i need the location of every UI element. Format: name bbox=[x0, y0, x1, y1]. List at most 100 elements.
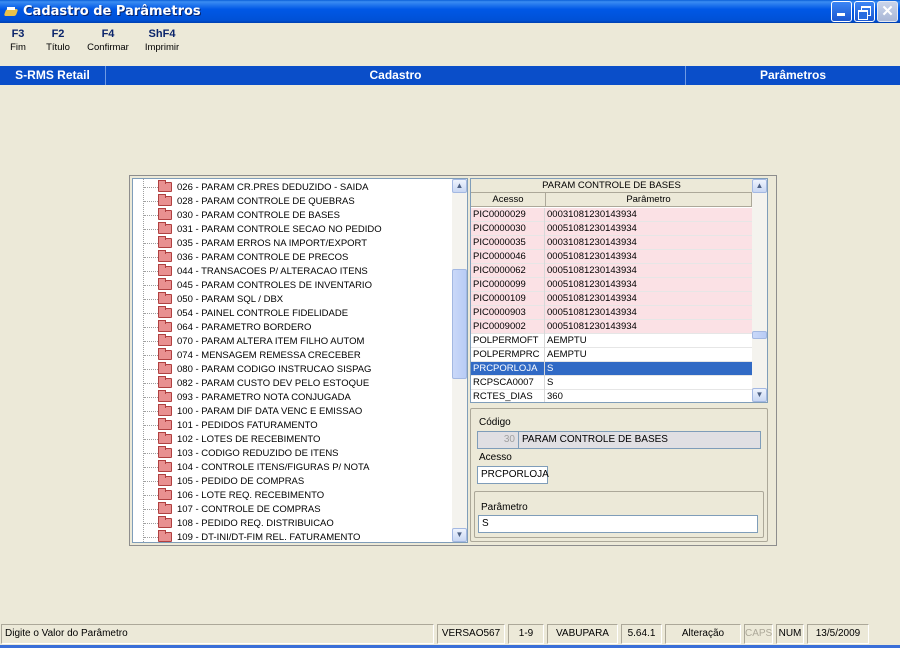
fkey-label: Fim bbox=[10, 42, 26, 53]
tree-connector bbox=[144, 396, 158, 398]
folder-icon bbox=[158, 474, 172, 487]
parametro-cell: 00031081230143934 bbox=[547, 209, 637, 220]
tree-item[interactable]: 031 - PARAM CONTROLE SECAO NO PEDIDO bbox=[133, 222, 382, 237]
tree-item-label: 106 - LOTE REQ. RECEBIMENTO bbox=[177, 490, 325, 501]
grid-row[interactable]: RCTES_DIAS 360 bbox=[471, 390, 752, 402]
grid-row[interactable]: PIC0000035 00031081230143934 bbox=[471, 236, 752, 250]
fkey-imprimir-button[interactable]: ShF4 Imprimir bbox=[136, 27, 188, 63]
parametro-field[interactable]: S bbox=[478, 515, 758, 533]
parametro-cell: 00031081230143934 bbox=[547, 237, 637, 248]
tree-item[interactable]: 074 - MENSAGEM REMESSA CRECEBER bbox=[133, 348, 361, 363]
codigo-field[interactable]: 30 bbox=[477, 431, 519, 449]
grid-row[interactable]: PRCPORLOJA S bbox=[471, 362, 752, 376]
window-title: Cadastro de Parâmetros bbox=[23, 4, 201, 19]
acesso-cell: RCPSCA0007 bbox=[473, 376, 545, 390]
grid-row[interactable]: PIC0009002 00051081230143934 bbox=[471, 320, 752, 334]
acesso-cell: PIC0009002 bbox=[473, 320, 545, 334]
column-header-acesso[interactable]: Acesso bbox=[471, 193, 546, 207]
tree-item[interactable]: 045 - PARAM CONTROLES DE INVENTARIO bbox=[133, 278, 372, 293]
restore-button[interactable] bbox=[854, 1, 875, 22]
grid-row[interactable]: PIC0000029 00031081230143934 bbox=[471, 208, 752, 222]
parameter-tree[interactable]: 026 - PARAM CR.PRES DEDUZIDO - SAIDA 028 … bbox=[132, 178, 468, 543]
tree-item-label: 093 - PARAMETRO NOTA CONJUGADA bbox=[177, 392, 351, 403]
tree-item-label: 108 - PEDIDO REQ. DISTRIBUICAO bbox=[177, 518, 334, 529]
tree-connector bbox=[144, 214, 158, 216]
grid-row[interactable]: PIC0000903 00051081230143934 bbox=[471, 306, 752, 320]
close-button[interactable]: ✕ bbox=[877, 1, 898, 22]
tree-item[interactable]: 035 - PARAM ERROS NA IMPORT/EXPORT bbox=[133, 236, 368, 251]
folder-icon bbox=[158, 348, 172, 361]
grid-row[interactable]: PIC0000062 00051081230143934 bbox=[471, 264, 752, 278]
tree-item[interactable]: 100 - PARAM DIF DATA VENC E EMISSAO bbox=[133, 404, 363, 419]
scroll-down-button[interactable]: ▼ bbox=[452, 528, 467, 542]
parametro-cell: 00051081230143934 bbox=[547, 307, 637, 318]
tree-item[interactable]: 026 - PARAM CR.PRES DEDUZIDO - SAIDA bbox=[133, 180, 368, 195]
grid-scrollbar[interactable]: ▲ ▼ bbox=[752, 179, 767, 402]
folder-icon bbox=[158, 320, 172, 333]
tree-item[interactable]: 082 - PARAM CUSTO DEV PELO ESTOQUE bbox=[133, 376, 369, 391]
grid-row[interactable]: PIC0000109 00051081230143934 bbox=[471, 292, 752, 306]
tree-item[interactable]: 044 - TRANSACOES P/ ALTERACAO ITENS bbox=[133, 264, 368, 279]
fkey-confirmar-button[interactable]: F4 Confirmar bbox=[80, 27, 136, 63]
grid-row[interactable]: PIC0000046 00051081230143934 bbox=[471, 250, 752, 264]
acesso-field[interactable]: PRCPORLOJA bbox=[477, 466, 549, 484]
parameter-grid[interactable]: PARAM CONTROLE DE BASES Acesso Parâmetro… bbox=[470, 178, 768, 403]
scroll-thumb[interactable] bbox=[752, 331, 767, 339]
parametro-cell: 00051081230143934 bbox=[547, 265, 637, 276]
tree-item[interactable]: 036 - PARAM CONTROLE DE PRECOS bbox=[133, 250, 348, 265]
parametro-cell: 00051081230143934 bbox=[547, 293, 637, 304]
folder-icon bbox=[158, 446, 172, 459]
tree-item[interactable]: 080 - PARAM CODIGO INSTRUCAO SISPAG bbox=[133, 362, 371, 377]
tree-item[interactable]: 105 - PEDIDO DE COMPRAS bbox=[133, 474, 304, 489]
folder-icon bbox=[158, 362, 172, 375]
tree-item[interactable]: 108 - PEDIDO REQ. DISTRIBUICAO bbox=[133, 516, 334, 531]
tree-item-label: 070 - PARAM ALTERA ITEM FILHO AUTOM bbox=[177, 336, 365, 347]
tree-item[interactable]: 101 - PEDIDOS FATURAMENTO bbox=[133, 418, 318, 433]
tree-item[interactable]: 104 - CONTROLE ITENS/FIGURAS P/ NOTA bbox=[133, 460, 370, 475]
fkey-key: F3 bbox=[11, 28, 25, 40]
grid-row[interactable]: POLPERMOFT AEMPTU bbox=[471, 334, 752, 348]
scroll-up-button[interactable]: ▲ bbox=[752, 179, 767, 193]
grid-row[interactable]: RCPSCA0007 S bbox=[471, 376, 752, 390]
folder-icon bbox=[158, 236, 172, 249]
grid-row[interactable]: PIC0000099 00051081230143934 bbox=[471, 278, 752, 292]
tree-item[interactable]: 103 - CODIGO REDUZIDO DE ITENS bbox=[133, 446, 339, 461]
tree-item[interactable]: 106 - LOTE REQ. RECEBIMENTO bbox=[133, 488, 325, 503]
tree-scrollbar[interactable]: ▲ ▼ bbox=[452, 179, 467, 542]
column-header-parametro[interactable]: Parâmetro bbox=[546, 193, 752, 207]
tree-item[interactable]: 064 - PARAMETRO BORDERO bbox=[133, 320, 312, 335]
tree-connector bbox=[144, 340, 158, 342]
tree-connector bbox=[144, 424, 158, 426]
folder-icon bbox=[158, 502, 172, 515]
scroll-up-button[interactable]: ▲ bbox=[452, 179, 467, 193]
fkey-fim-button[interactable]: F3 Fim bbox=[0, 27, 36, 63]
tree-item-label: 035 - PARAM ERROS NA IMPORT/EXPORT bbox=[177, 238, 368, 249]
status-num: NUM bbox=[776, 624, 804, 644]
tree-connector bbox=[144, 228, 158, 230]
tree-item[interactable]: 107 - CONTROLE DE COMPRAS bbox=[133, 502, 321, 517]
scroll-thumb[interactable] bbox=[452, 269, 467, 379]
acesso-cell: POLPERMOFT bbox=[473, 334, 545, 348]
tree-connector bbox=[144, 536, 158, 538]
status-caps: CAPS bbox=[744, 624, 773, 644]
parametro-cell: AEMPTU bbox=[547, 349, 587, 360]
parametro-cell: 00051081230143934 bbox=[547, 223, 637, 234]
tree-item-label: 100 - PARAM DIF DATA VENC E EMISSAO bbox=[177, 406, 363, 417]
tree-item[interactable]: 030 - PARAM CONTROLE DE BASES bbox=[133, 208, 340, 223]
tree-item[interactable]: 109 - DT-INI/DT-FIM REL. FATURAMENTO bbox=[133, 530, 360, 542]
minimize-button[interactable] bbox=[831, 1, 852, 22]
tree-item[interactable]: 050 - PARAM SQL / DBX bbox=[133, 292, 283, 307]
tree-item[interactable]: 102 - LOTES DE RECEBIMENTO bbox=[133, 432, 320, 447]
grid-row[interactable]: POLPERMPRC AEMPTU bbox=[471, 348, 752, 362]
tree-item-label: 064 - PARAMETRO BORDERO bbox=[177, 322, 312, 333]
tree-item[interactable]: 054 - PAINEL CONTROLE FIDELIDADE bbox=[133, 306, 348, 321]
tree-item[interactable]: 093 - PARAMETRO NOTA CONJUGADA bbox=[133, 390, 351, 405]
parametro-cell: S bbox=[547, 363, 554, 374]
window-titlebar[interactable]: Cadastro de Parâmetros ✕ bbox=[0, 0, 900, 23]
scroll-down-button[interactable]: ▼ bbox=[752, 388, 767, 402]
tree-item[interactable]: 070 - PARAM ALTERA ITEM FILHO AUTOM bbox=[133, 334, 365, 349]
acesso-cell: PIC0000029 bbox=[473, 208, 545, 222]
fkey-titulo-button[interactable]: F2 Título bbox=[36, 27, 80, 63]
grid-row[interactable]: PIC0000030 00051081230143934 bbox=[471, 222, 752, 236]
tree-item[interactable]: 028 - PARAM CONTROLE DE QUEBRAS bbox=[133, 194, 355, 209]
